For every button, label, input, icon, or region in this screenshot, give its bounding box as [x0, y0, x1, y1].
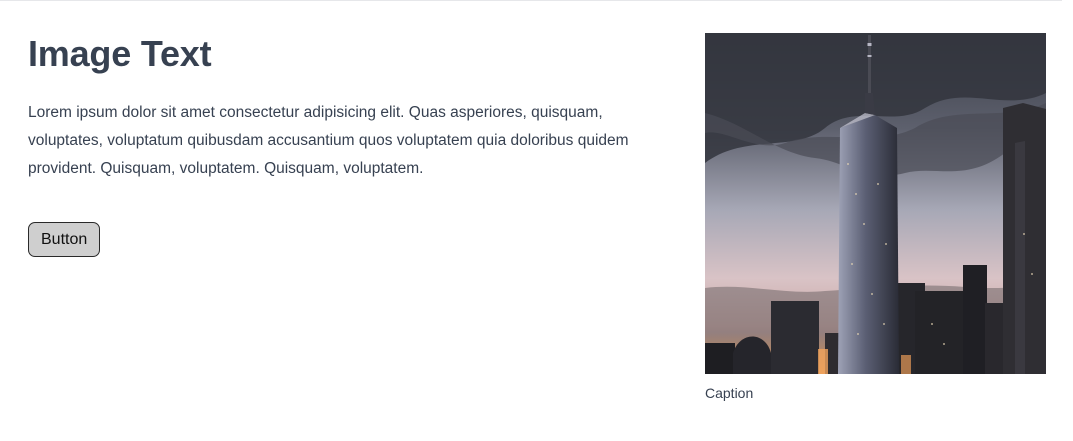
page: Image Text Lorem ipsum dolor sit amet co…	[0, 0, 1073, 441]
city-skyline-photo	[705, 33, 1046, 374]
primary-button[interactable]: Button	[28, 222, 101, 257]
page-heading: Image Text	[28, 33, 212, 74]
image-figure: Caption	[705, 33, 1046, 402]
image-caption: Caption	[705, 385, 754, 401]
image-text-content: Image Text Lorem ipsum dolor sit amet co…	[28, 28, 668, 257]
top-divider	[0, 0, 1062, 1]
skyline-illustration	[705, 33, 1046, 374]
body-paragraph: Lorem ipsum dolor sit amet consectetur a…	[28, 104, 629, 177]
